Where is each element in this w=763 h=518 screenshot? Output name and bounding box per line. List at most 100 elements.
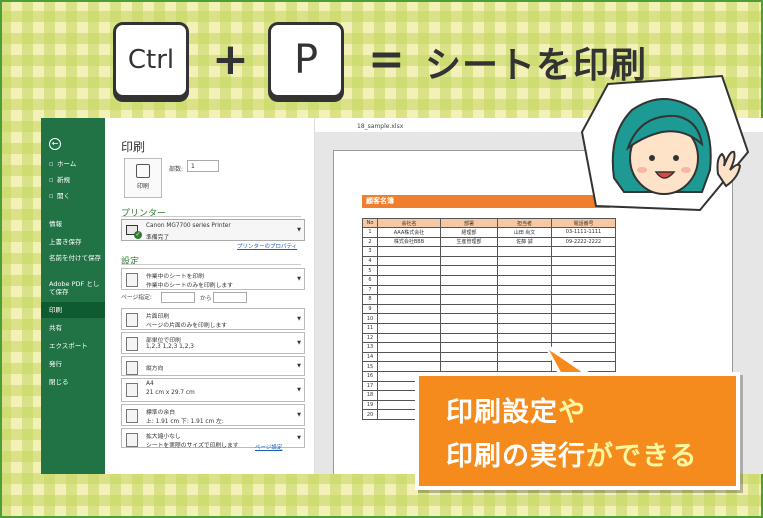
copies-label: 部数: (169, 166, 184, 173)
callout-highlight-2: 印刷の実行 (446, 441, 586, 472)
sidebar-item-label: 開く (57, 192, 70, 200)
chevron-down-icon: ▼ (297, 316, 301, 322)
setting-icon (126, 383, 138, 397)
table-cell (440, 332, 498, 344)
table-cell (551, 246, 616, 257)
printer-select[interactable]: ✓ Canon MG7700 series Printer 準備完了 ▼ (121, 219, 305, 241)
sidebar-item-label: 名前を付けて保存 (49, 254, 101, 262)
print-setting-select[interactable]: 作業中のシートを印刷 作業中のシートのみを印刷します ▼ (121, 268, 305, 290)
callout-highlight-1: 印刷設定 (446, 397, 558, 428)
table-cell (497, 246, 552, 257)
pages-range-row: ページ指定: から (121, 292, 305, 304)
printer-properties-link[interactable]: プリンターのプロパティ (237, 242, 297, 250)
table-cell (377, 284, 441, 296)
table-cell: 4 (362, 255, 378, 267)
copies-value: 1 (191, 163, 195, 170)
table-cell: 15 (362, 361, 378, 372)
sidebar-item[interactable]: 上書き保存 (41, 238, 105, 246)
table-cell (440, 274, 498, 286)
setting-title: 拡大縮小なし (146, 434, 181, 440)
table-cell: 03-1111-1111 (551, 227, 616, 238)
sidebar-item[interactable]: 閉じる (41, 378, 105, 386)
table-cell (497, 332, 552, 344)
table-cell (440, 361, 498, 372)
sidebar-item[interactable]: ▫ 開く (41, 192, 105, 200)
print-setting-select[interactable]: 片面印刷 ページの片面のみを印刷します ▼ (121, 308, 305, 330)
table-cell: AAA株式会社 (377, 227, 441, 238)
table-cell (440, 342, 498, 353)
sidebar-item[interactable]: 印刷 (41, 302, 105, 318)
sidebar-item[interactable]: エクスポート (41, 342, 105, 350)
column-header: No (362, 218, 378, 228)
sidebar-item[interactable]: Adobe PDF として保存 (41, 280, 105, 296)
table-cell (377, 351, 441, 363)
p-key: P (268, 22, 344, 98)
page-to-input[interactable] (213, 292, 247, 303)
print-setting-select[interactable]: A4 21 cm x 29.7 cm ▼ (121, 378, 305, 402)
table-row: 7 (362, 284, 616, 296)
print-setting-select[interactable]: 標準の余白 上: 1.91 cm 下: 1.91 cm 左: ▼ (121, 404, 305, 426)
callout-line-2: 印刷の実行ができる (446, 434, 697, 473)
table-row: 1 AAA株式会社 経理部 山田 尚文 03-1111-1111 (362, 227, 616, 238)
setting-title: 標準の余白 (146, 410, 175, 416)
chevron-down-icon: ▼ (297, 387, 301, 393)
print-setting-select[interactable]: 部単位で印刷 1,2,3 1,2,3 1,2,3 ▼ (121, 332, 305, 354)
table-cell (440, 255, 498, 267)
printer-icon (136, 164, 150, 178)
sidebar-item-label: 印刷 (49, 306, 62, 314)
table-cell (440, 313, 498, 324)
page-from-input[interactable] (161, 292, 195, 303)
sidebar-item-label: 閉じる (49, 378, 69, 386)
chevron-down-icon: ▼ (297, 340, 301, 346)
backstage-sidebar: ← ▫ ホーム ▫ 新規 ▫ 開く 情報 上書き保存 名前を付けて保存 Adobe PDF として… (41, 118, 105, 474)
table-cell (377, 322, 441, 334)
table-row: 10 (362, 313, 616, 324)
setting-icon (126, 361, 138, 375)
ctrl-key-label: Ctrl (127, 45, 175, 75)
back-arrow-icon[interactable]: ← (49, 138, 61, 150)
table-cell: 13 (362, 342, 378, 353)
pane-title: 印刷 (121, 140, 146, 154)
print-settings-pane: 印刷 印刷 部数: 1 プリンター ✓ Canon MG7700 series … (105, 118, 315, 474)
copies-input[interactable]: 1 (187, 160, 219, 172)
sidebar-item[interactable]: 発行 (41, 360, 105, 368)
column-header: 部署 (440, 218, 498, 228)
setting-title: 片面印刷 (146, 314, 170, 320)
sidebar-item-label: 発行 (49, 360, 62, 368)
new-file-icon: ▫ (49, 176, 54, 184)
table-cell: 18 (362, 390, 378, 401)
table-cell (440, 322, 498, 334)
table-cell (440, 351, 498, 363)
table-row: 2 株式会社BBB 生産管理部 佐藤 誠 09-2222-2222 (362, 236, 616, 248)
equals-sign: = (368, 34, 405, 85)
page-setup-link[interactable]: ページ設定 (255, 443, 282, 451)
sidebar-item[interactable]: 共有 (41, 324, 105, 332)
divider (121, 264, 301, 265)
table-cell (551, 265, 616, 276)
sidebar-item[interactable]: 名前を付けて保存 (41, 254, 105, 262)
table-cell: 経理部 (440, 227, 498, 238)
table-cell (497, 313, 552, 324)
table-cell (551, 294, 616, 305)
table-cell: 16 (362, 370, 378, 382)
sidebar-item-label: 上書き保存 (49, 238, 82, 246)
printer-status: 準備完了 (146, 235, 170, 241)
sidebar-item[interactable]: ▫ 新規 (41, 176, 105, 184)
print-button[interactable]: 印刷 (124, 158, 162, 198)
column-header: 担当者 (497, 218, 552, 228)
table-cell (377, 265, 441, 276)
settings-heading: 設定 (121, 257, 140, 267)
table-cell (377, 313, 441, 324)
table-cell: 11 (362, 322, 378, 334)
print-setting-select[interactable]: 縦方向 ▼ (121, 356, 305, 376)
table-cell: 3 (362, 246, 378, 257)
table-cell: 10 (362, 313, 378, 324)
table-cell (377, 294, 441, 305)
character-illustration (580, 74, 750, 212)
table-cell: 6 (362, 274, 378, 286)
printer-name: Canon MG7700 series Printer (146, 223, 231, 229)
sidebar-item[interactable]: ▫ ホーム (41, 160, 105, 168)
table-cell: 14 (362, 351, 378, 363)
printer-heading: プリンター (121, 209, 167, 219)
sidebar-item[interactable]: 情報 (41, 220, 105, 228)
